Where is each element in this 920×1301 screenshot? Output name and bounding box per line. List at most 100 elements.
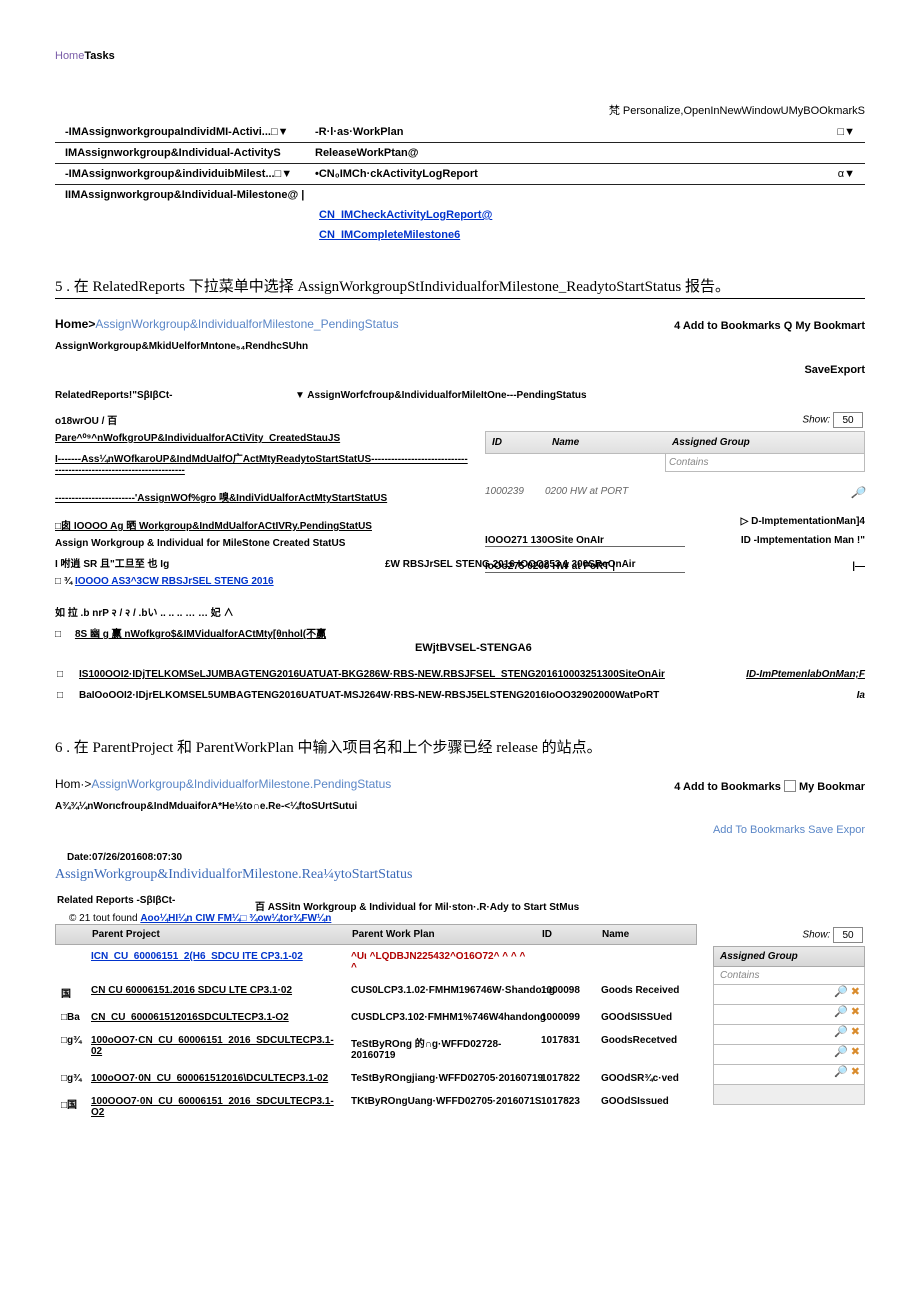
gh-ag[interactable]: Assigned Group [666, 432, 864, 453]
bc5-path[interactable]: AssignWorkgroup&IndividualforMilestone_P… [95, 317, 398, 331]
lr1-tx[interactable]: IS100OOI2·IDjTELKOMSeLJUMBAGTENG2016UATU… [79, 669, 705, 680]
bc5-bookmarks[interactable]: 4 Add to Bookmarks Q My Bookmart [674, 320, 865, 332]
bottom-left: Parent Project Parent Work Plan ID Name … [55, 924, 697, 1124]
clear-icon-3[interactable]: ✖ [851, 1026, 860, 1038]
tree-r1[interactable]: Pare^⁰⁹^nWofkgroUP&IndividualforACtiVity… [55, 430, 469, 447]
row-checkbox-icon[interactable]: 国 [55, 983, 85, 1002]
tree-r3[interactable]: ------------------------'AssignWOf%gro 嗅… [55, 479, 469, 507]
clear-icon-5[interactable]: ✖ [851, 1066, 860, 1078]
ag-row-6[interactable] [713, 1085, 865, 1105]
ag-row-4[interactable]: 🔎 ✖ [713, 1045, 865, 1065]
pp-link[interactable]: 100oOO7·0N_CU_600061512016\DCULTECP3.1-0… [91, 1073, 328, 1084]
menu-row-0-c2[interactable]: -R·l·as·WorkPlan [315, 126, 575, 138]
row-checkbox-icon[interactable]: □g¾ [55, 1071, 85, 1086]
bh-pp[interactable]: Parent Project [86, 925, 346, 944]
gh-id[interactable]: ID [486, 432, 546, 453]
bh-nm[interactable]: Name [596, 925, 696, 944]
table-row: □g¾ 100oOO7·CN_CU_60006151_2016_SDCULTECP… [55, 1029, 697, 1067]
baihead: 百 ASSitn Workgroup & Individual for Mil·… [255, 898, 865, 913]
ag-row-3[interactable]: 🔎 ✖ [713, 1025, 865, 1045]
bc5-home[interactable]: Home> [55, 317, 95, 331]
ag-header[interactable]: Assigned Group [713, 946, 865, 967]
bottom-grid: Parent Project Parent Work Plan ID Name … [55, 924, 865, 1124]
actions-save-export-6[interactable]: Add To Bookmarks Save Expor [55, 824, 865, 836]
id-cell: 1017822 [535, 1071, 595, 1086]
grid-header-5: ID Name Assigned Group [485, 431, 865, 454]
ag-row-1[interactable]: 🔎 ✖ [713, 985, 865, 1005]
bc6-path[interactable]: AssignWorkgroup&IndividualforMilestone.P… [91, 777, 391, 791]
pp-link[interactable]: CN_CU_600061512016SDCULTECP3.1-O2 [91, 1012, 289, 1023]
menu-row-0-c1[interactable]: -IMAssignworkgroupaIndividMI-Activi...□▼ [55, 126, 315, 138]
menu-row-0-c3[interactable]: □▼ [575, 126, 865, 138]
r9b: EWjtBVSEL-STENGA6 [415, 642, 532, 654]
ag-contains[interactable]: Contains [713, 967, 865, 985]
tree-r2[interactable]: I-------Ass¼nWOfkaroUP&IndMdUalfO广ActMty… [55, 447, 469, 479]
bc6-bookmarks[interactable]: 4 Add to Bookmarks My Bookmar [674, 780, 865, 793]
longrow-1: □ IS100OOI2·IDjTELKOMSeLJUMBAGTENG2016UA… [55, 664, 865, 685]
clear-icon-2[interactable]: ✖ [851, 1006, 860, 1018]
clear-icon-4[interactable]: ✖ [851, 1046, 860, 1058]
id-cell: 1000099 [535, 1010, 595, 1025]
bookmark-check-icon[interactable] [784, 780, 796, 792]
report-link-6[interactable]: AssignWorkgroup&IndividualforMilestone.R… [55, 867, 865, 883]
tree-r7[interactable]: IOOOO AS3^3CW RBSJrSEL STENG 2016 [75, 576, 274, 587]
gh-name[interactable]: Name [546, 432, 666, 453]
menu-row-1-c2[interactable]: ReleaseWorkPtan@ [315, 147, 575, 159]
top-nav: HomeTasks [55, 50, 865, 62]
row-checkbox-icon[interactable]: □国 [55, 1094, 85, 1120]
sublink-complete-milestone[interactable]: CN_IMCompleteMilestone6 [55, 225, 865, 245]
pp-cell: 100oOO7·CN_CU_60006151_2016_SDCULTECP3.1… [85, 1033, 345, 1063]
pp-link[interactable]: 100oOO7·CN_CU_60006151_2016_SDCULTECP3.1… [91, 1035, 334, 1057]
bh-pw[interactable]: Parent Work Plan [346, 925, 536, 944]
id-cell: 1000098 [535, 983, 595, 1002]
menu-row-3-c3 [575, 189, 865, 201]
dr1-mag-icon[interactable]: 🔎 [665, 486, 865, 499]
menu-row-2-c1[interactable]: -IMAssignworkgroup&individuibMilest...□▼ [55, 168, 315, 180]
menu-row-2-c3[interactable]: α▼ [575, 168, 865, 180]
related5-value[interactable]: ▼ AssignWorfcfroup&IndividualforMileItOn… [295, 390, 865, 401]
mag-icon-4[interactable]: 🔎 [834, 1046, 848, 1058]
tree-r5[interactable]: Assign Workgroup & Individual for MileSt… [55, 535, 469, 552]
ag-row-5[interactable]: 🔎 ✖ [713, 1065, 865, 1085]
lr1-rt: ID-ImPtemenlabOnMan;F [705, 669, 865, 680]
tree-r9[interactable]: 8S 幽 g 赢 nWofkgro$&IMVidualforACtMty[θnh… [75, 629, 326, 640]
table-row: □BaCN_CU_600061512016SDCULTECP3.1-O2CUSD… [55, 1006, 697, 1029]
row-checkbox-icon[interactable]: □g¾ [55, 1033, 85, 1063]
pp-link[interactable]: ICN_CU_60006151_2(H6_SDCU ITE CP3.1-02 [91, 951, 303, 962]
show-input-6[interactable] [833, 927, 863, 943]
sublink-check-report[interactable]: CN_IMCheckActivityLogReport@ [55, 205, 865, 225]
nav-home[interactable]: Home [55, 50, 84, 62]
nav-tasks[interactable]: Tasks [84, 50, 114, 62]
lr1-box-icon[interactable]: □ [55, 669, 79, 680]
bc6-home[interactable]: Hom·> [55, 777, 91, 791]
tree-r4[interactable]: □囱 IOOOO Ag 晒 Workgroup&IndMdUalforACtIV… [55, 521, 372, 532]
breadcrumb-6: Hom·>AssignWorkgroup&IndividualforMilest… [55, 771, 865, 797]
mag-icon-5[interactable]: 🔎 [834, 1066, 848, 1078]
pp-link[interactable]: CN CU 60006151.2016 SDCU LTE CP3.1·02 [91, 985, 292, 996]
lr2-box-icon[interactable]: □ [55, 690, 79, 701]
menu-row-2-c2[interactable]: •CN₀IMCh·ckActivityLogReport [315, 168, 575, 180]
row-checkbox-icon[interactable] [55, 949, 85, 975]
pp-link[interactable]: 100OOO7·0N_CU_60006151_2016_SDCULTECP3.1… [91, 1096, 334, 1118]
bh-id[interactable]: ID [536, 925, 596, 944]
menu-row-3-c1[interactable]: IIMAssignworkgroup&Individual-Milestone@… [55, 189, 315, 201]
contains-box-5[interactable]: Contains [665, 454, 865, 472]
show-input-5[interactable] [833, 412, 863, 428]
dr1-nm: 0200 HW at PORT [545, 486, 665, 499]
name-cell: GOOdSR¾c·ved [595, 1071, 695, 1086]
tree-r0[interactable]: o18wrOU / 百 [55, 409, 469, 430]
mag-icon-3[interactable]: 🔎 [834, 1026, 848, 1038]
personalize-bar[interactable]: 梵 Personalize,OpenInNewWindowUMyBOOkmark… [55, 102, 865, 118]
bottom-right: Show: Assigned Group Contains 🔎 ✖ 🔎 ✖ 🔎 … [713, 924, 865, 1124]
row-checkbox-icon[interactable]: □Ba [55, 1010, 85, 1025]
clear-icon-1[interactable]: ✖ [851, 986, 860, 998]
save-export-5[interactable]: SaveExport [55, 364, 865, 376]
name-cell [595, 949, 695, 975]
tree-r9-wrap: □ 8S 幽 g 赢 nWofkgro$&IMVidualforACtMty[θ… [55, 622, 469, 643]
mag-icon-1[interactable]: 🔎 [834, 986, 848, 998]
found-link[interactable]: Aoo¼HI¼n CIW FM¼□ ¾ow¼tor¾FW¼n [140, 913, 331, 924]
mag-icon-2[interactable]: 🔎 [834, 1006, 848, 1018]
lr2-tx[interactable]: BaIOoOOI2·IDjrELKOMSEL5UMBAGTENG2016UATU… [79, 690, 705, 701]
menu-row-1-c1[interactable]: IMAssignworkgroup&Individual-ActivityS [55, 147, 315, 159]
ag-row-2[interactable]: 🔎 ✖ [713, 1005, 865, 1025]
